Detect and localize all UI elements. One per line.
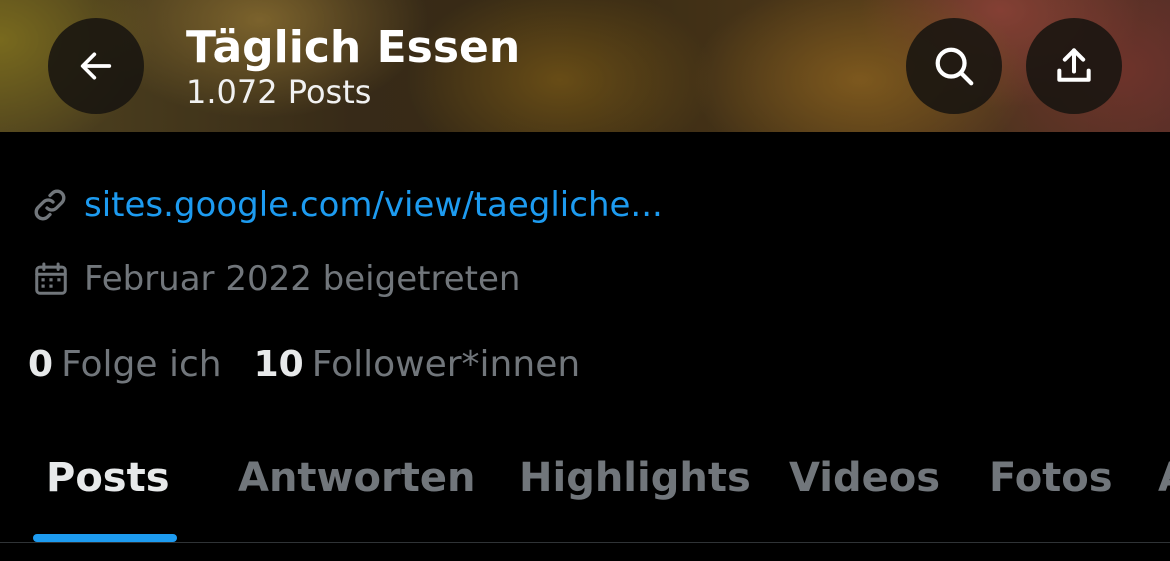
followers-count: 10 bbox=[253, 344, 304, 385]
following-label: Folge ich bbox=[61, 344, 222, 385]
tabs-divider bbox=[0, 542, 1170, 543]
tab-posts[interactable]: Posts bbox=[46, 448, 170, 508]
following-count: 0 bbox=[28, 344, 54, 385]
profile-screen: Täglich Essen 1.072 Posts sites.google.c… bbox=[0, 0, 1170, 561]
tab-videos[interactable]: Videos bbox=[789, 448, 940, 508]
calendar-icon bbox=[35, 262, 67, 295]
active-tab-indicator bbox=[33, 534, 177, 542]
followers-label: Follower*innen bbox=[311, 344, 581, 385]
profile-link-row: sites.google.com/view/taegliche... bbox=[30, 180, 663, 230]
search-icon bbox=[935, 47, 974, 86]
search-button[interactable] bbox=[906, 18, 1002, 114]
tab-fotos[interactable]: Fotos bbox=[989, 448, 1113, 508]
back-button[interactable] bbox=[48, 18, 144, 114]
follow-stats-row: 0 Folge ich 10 Follower*innen bbox=[28, 341, 580, 389]
link-icon bbox=[34, 189, 66, 221]
joined-date: Februar 2022 beigetreten bbox=[84, 259, 521, 299]
profile-name: Täglich Essen bbox=[186, 22, 521, 73]
tab-antworten[interactable]: Antworten bbox=[238, 448, 475, 508]
header-title-block: Täglich Essen 1.072 Posts bbox=[186, 22, 520, 112]
followers-stat[interactable]: 10 Follower*innen bbox=[254, 341, 581, 389]
tab-highlights[interactable]: Highlights bbox=[519, 448, 751, 508]
arrow-left-icon bbox=[80, 52, 112, 80]
posts-count: 1.072 Posts bbox=[186, 73, 372, 111]
share-icon bbox=[1057, 48, 1091, 82]
share-button[interactable] bbox=[1026, 18, 1122, 114]
profile-tabs: Posts Antworten Highlights Videos Fotos … bbox=[0, 448, 1170, 510]
tab-overflow[interactable]: A bbox=[1158, 448, 1170, 508]
profile-website-link[interactable]: sites.google.com/view/taegliche... bbox=[84, 180, 663, 230]
following-stat[interactable]: 0 Folge ich bbox=[28, 341, 222, 389]
joined-date-row: Februar 2022 beigetreten bbox=[32, 256, 520, 302]
